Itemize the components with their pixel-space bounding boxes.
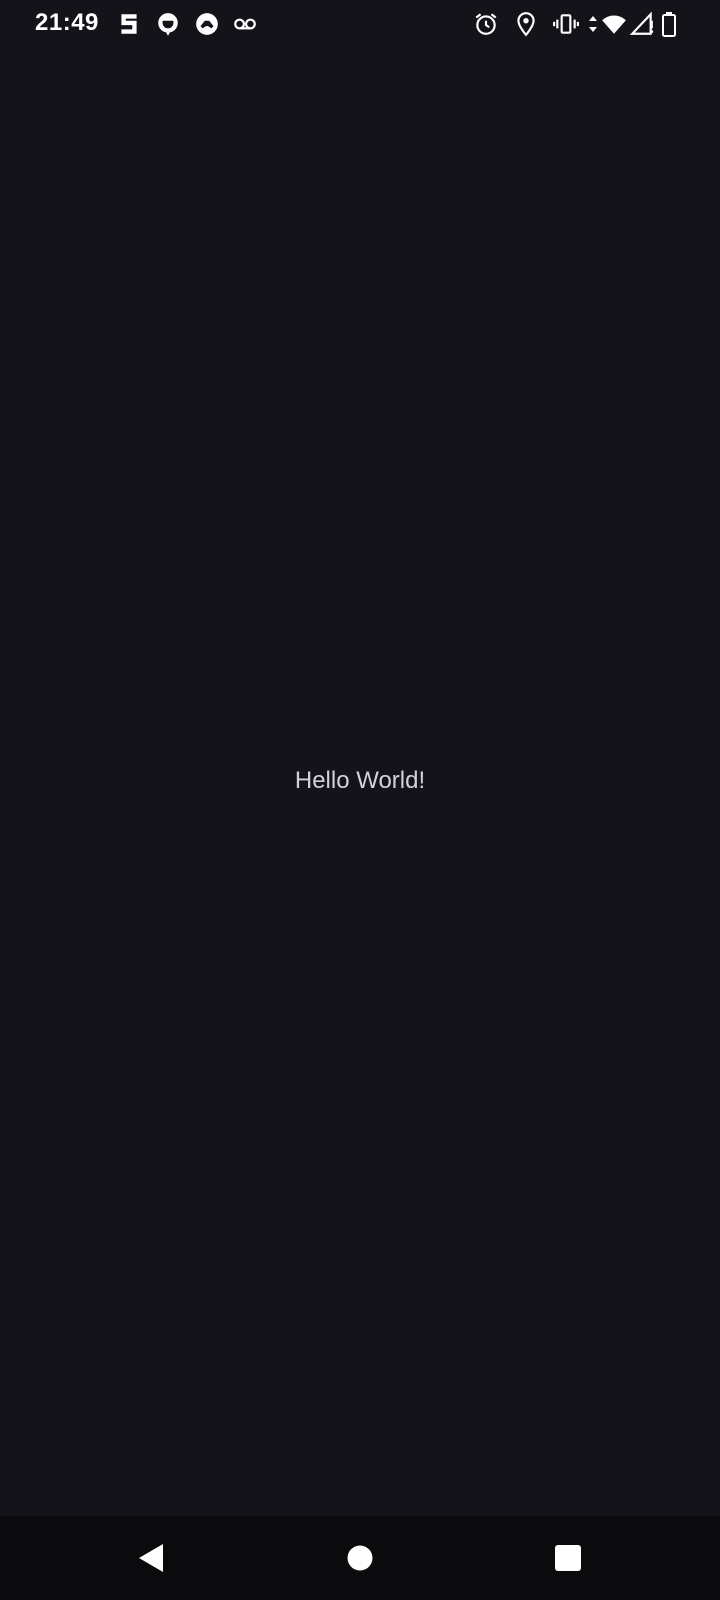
- recents-square-icon: [555, 1545, 581, 1571]
- status-bar: 21:49: [0, 0, 720, 48]
- signal-app-icon: [116, 11, 142, 37]
- hello-world-text: Hello World!: [294, 767, 426, 794]
- app-screen: 21:49 Hello World!: [0, 0, 720, 1600]
- cell-signal-no-service-icon: [629, 11, 655, 37]
- notification-app-icon: [155, 11, 181, 37]
- alarm-icon: [473, 11, 499, 37]
- game-controller-icon: [194, 11, 220, 37]
- data-arrows-icon: [587, 11, 599, 37]
- main-content: Hello World!: [0, 48, 720, 1516]
- status-time: 21:49: [35, 9, 99, 36]
- back-button[interactable]: [133, 1540, 169, 1576]
- home-circle-icon: [347, 1545, 373, 1571]
- navigation-bar: [0, 1516, 720, 1600]
- voicemail-icon: [232, 11, 258, 37]
- back-triangle-icon: [139, 1544, 163, 1572]
- location-icon: [513, 11, 539, 37]
- battery-icon: [660, 11, 678, 37]
- recents-button[interactable]: [550, 1540, 586, 1576]
- wifi-icon: [601, 11, 627, 37]
- home-button[interactable]: [342, 1540, 378, 1576]
- vibrate-icon: [553, 11, 579, 37]
